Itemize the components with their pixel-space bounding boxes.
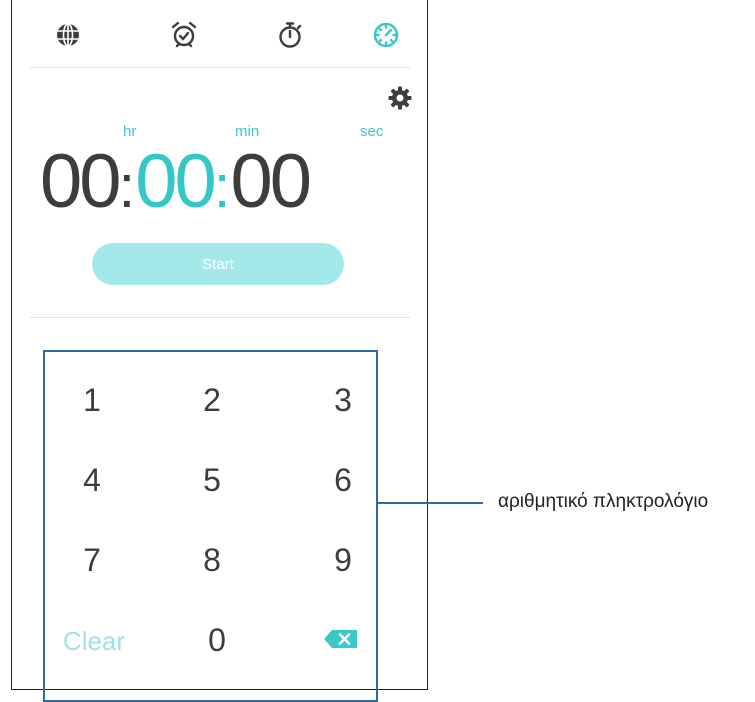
time-separator: :: [118, 153, 136, 220]
alarm-clock-icon: [171, 21, 197, 48]
key-4[interactable]: 4: [62, 462, 122, 499]
start-button[interactable]: Start: [92, 243, 344, 285]
middle-divider: [30, 317, 410, 318]
gear-icon: [388, 86, 412, 110]
tab-world-clock[interactable]: [48, 15, 88, 55]
key-1[interactable]: 1: [62, 382, 122, 419]
timer-icon: [373, 22, 399, 48]
settings-button[interactable]: [387, 85, 413, 111]
tab-bar: [30, 15, 399, 65]
key-7[interactable]: 7: [62, 542, 122, 579]
key-6[interactable]: 6: [313, 462, 373, 499]
seconds-value[interactable]: 00: [230, 137, 312, 227]
hours-value[interactable]: 00: [40, 137, 122, 227]
timer-display: 00 : 00 : 00: [40, 137, 410, 227]
clear-button[interactable]: Clear: [59, 626, 129, 657]
key-5[interactable]: 5: [182, 462, 242, 499]
time-separator: :: [213, 153, 231, 220]
tab-alarm[interactable]: [164, 15, 204, 55]
backspace-button[interactable]: [323, 629, 359, 649]
numeric-keypad: 1 2 3 4 5 6 7 8 9 Clear 0: [43, 350, 378, 702]
key-8[interactable]: 8: [182, 542, 242, 579]
key-0[interactable]: 0: [187, 622, 247, 659]
tab-stopwatch[interactable]: [270, 15, 310, 55]
keypad-callout-label: αριθμητικό πληκτρολόγιο: [498, 491, 709, 512]
backspace-icon: [324, 630, 357, 648]
callout-line: [378, 502, 483, 504]
key-2[interactable]: 2: [182, 382, 242, 419]
key-9[interactable]: 9: [313, 542, 373, 579]
globe-icon: [57, 23, 79, 47]
minutes-value[interactable]: 00: [135, 137, 217, 227]
key-3[interactable]: 3: [313, 382, 373, 419]
stopwatch-icon: [279, 22, 302, 48]
tab-timer[interactable]: [366, 15, 406, 55]
top-divider: [30, 67, 410, 68]
